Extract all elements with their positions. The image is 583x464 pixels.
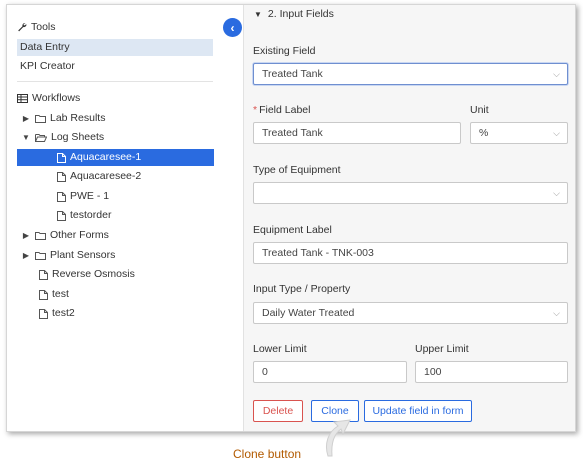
tree-label: Aquacaresee-2: [70, 170, 142, 182]
menu-item-data-entry[interactable]: Data Entry: [17, 39, 213, 56]
tree-folder-other-forms[interactable]: ▶ Other Forms: [21, 227, 109, 244]
tree-folder-plant-sensors[interactable]: ▶ Plant Sensors: [21, 247, 115, 264]
chevron-down-icon: ▼: [254, 9, 262, 19]
unit-select[interactable]: % ⌵: [470, 122, 568, 144]
tree-label: PWE - 1: [70, 190, 110, 202]
folder-open-icon: [35, 133, 47, 142]
equipment-label-value: Treated Tank - TNK-003: [262, 247, 374, 259]
folder-icon: [35, 251, 46, 260]
tree-label: Aquacaresee-1: [70, 151, 142, 163]
input-fields-panel: ▼ 2. Input Fields Existing Field Treated…: [243, 5, 575, 431]
type-of-equipment-label: Type of Equipment: [253, 164, 341, 176]
file-icon: [39, 269, 48, 280]
unit-label: Unit: [470, 104, 489, 116]
delete-button[interactable]: Delete: [253, 400, 303, 422]
upper-limit-value: 100: [424, 366, 442, 378]
tree-label: test: [52, 288, 69, 300]
equipment-label-input[interactable]: Treated Tank - TNK-003: [253, 242, 568, 264]
folder-icon: [35, 114, 46, 123]
folder-icon: [35, 231, 46, 240]
type-of-equipment-select[interactable]: ⌵: [253, 182, 568, 204]
tree-item-reverse-osmosis[interactable]: Reverse Osmosis: [39, 266, 135, 283]
file-icon: [57, 171, 66, 182]
update-field-button[interactable]: Update field in form: [364, 400, 472, 422]
tree-label: Plant Sensors: [50, 249, 116, 261]
chevron-down-icon: ⌵: [553, 128, 560, 138]
tree-item-test2[interactable]: test2: [39, 305, 75, 322]
chevron-down-icon: ⌵: [553, 308, 560, 318]
tools-title-text: Tools: [31, 21, 56, 33]
chevron-down-icon: ⌵: [553, 188, 560, 198]
section-title: 2. Input Fields: [267, 8, 334, 20]
file-icon: [57, 191, 66, 202]
tree-label: Reverse Osmosis: [52, 268, 135, 280]
chevron-right-icon[interactable]: ▶: [21, 247, 31, 264]
upper-limit-label: Upper Limit: [415, 343, 469, 355]
input-type-value: Daily Water Treated: [262, 307, 355, 319]
workflows-title-text: Workflows: [32, 92, 81, 104]
file-icon: [57, 210, 66, 221]
section-header[interactable]: ▼ 2. Input Fields: [254, 8, 334, 20]
workflows-section-title: Workflows: [17, 92, 80, 104]
equipment-label-label: Equipment Label: [253, 224, 332, 236]
existing-field-value: Treated Tank: [262, 68, 323, 80]
tree-item-aquacaresee-2[interactable]: Aquacaresee-2: [57, 168, 141, 185]
file-icon: [39, 289, 48, 300]
lower-limit-input[interactable]: 0: [253, 361, 407, 383]
unit-value: %: [479, 127, 489, 139]
chevron-right-icon[interactable]: ▶: [21, 227, 31, 244]
tree-label: test2: [52, 307, 75, 319]
field-label-input[interactable]: Treated Tank: [253, 122, 461, 144]
tools-section-title: Tools: [17, 21, 56, 33]
sidebar-divider: [17, 81, 213, 82]
existing-field-select[interactable]: Treated Tank ⌵: [253, 63, 568, 85]
tree-label: Lab Results: [50, 112, 106, 124]
field-label-value: Treated Tank: [262, 127, 323, 139]
sidebar: Tools Data Entry KPI Creator Workflows ▶…: [7, 5, 233, 431]
tree-folder-log-sheets[interactable]: ▼ Log Sheets: [21, 129, 104, 146]
required-asterisk: *: [253, 104, 258, 116]
tree-item-testorder[interactable]: testorder: [57, 207, 111, 224]
app-window: Tools Data Entry KPI Creator Workflows ▶…: [6, 4, 576, 432]
tree-item-test[interactable]: test: [39, 286, 69, 303]
input-type-select[interactable]: Daily Water Treated ⌵: [253, 302, 568, 324]
existing-field-label: Existing Field: [253, 45, 316, 57]
callout-arrow-icon: [325, 419, 351, 457]
chevron-down-icon[interactable]: ▼: [21, 129, 31, 146]
chevron-down-icon: ⌵: [553, 69, 560, 79]
input-type-label: Input Type / Property: [253, 283, 351, 295]
tree-label: Other Forms: [50, 229, 109, 241]
tree-item-aquacaresee-1[interactable]: Aquacaresee-1: [17, 149, 214, 166]
field-label-text: Field Label: [259, 104, 311, 116]
tree-item-pwe-1[interactable]: PWE - 1: [57, 188, 109, 205]
collapse-sidebar-button[interactable]: ‹: [223, 18, 242, 37]
chevron-right-icon[interactable]: ▶: [21, 110, 31, 127]
table-icon: [17, 93, 28, 103]
chevron-left-icon: ‹: [230, 20, 235, 35]
field-label-label: * Field Label: [253, 104, 310, 116]
lower-limit-label: Lower Limit: [253, 343, 307, 355]
file-icon: [39, 308, 48, 319]
clone-button-annotation: Clone button: [233, 447, 302, 461]
tree-label: testorder: [70, 209, 112, 221]
tree-folder-lab-results[interactable]: ▶ Lab Results: [21, 110, 106, 127]
wrench-icon: [17, 22, 27, 32]
file-icon: [57, 152, 66, 163]
lower-limit-value: 0: [262, 366, 268, 378]
menu-item-kpi-creator[interactable]: KPI Creator: [17, 58, 213, 75]
tree-label: Log Sheets: [51, 131, 105, 143]
upper-limit-input[interactable]: 100: [415, 361, 568, 383]
